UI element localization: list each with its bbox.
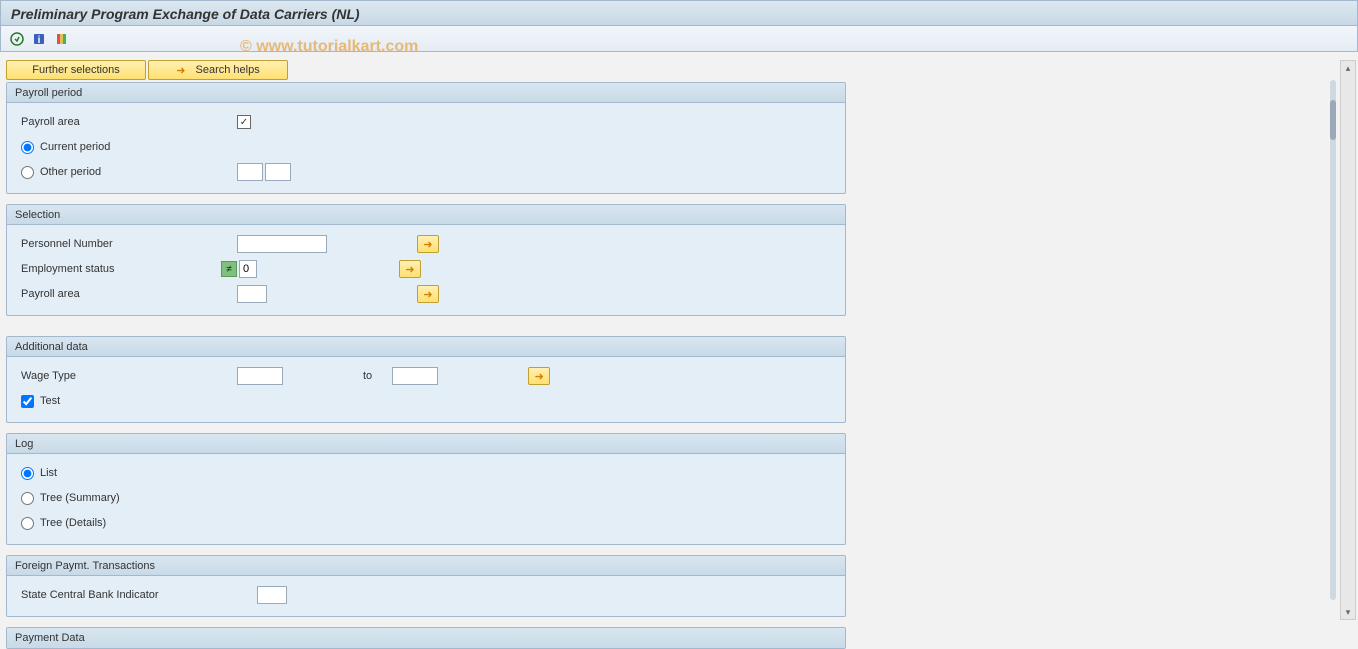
log-tree-summary-radio-input[interactable] (21, 492, 34, 505)
execute-icon[interactable] (9, 31, 25, 47)
variant-icon[interactable] (53, 31, 69, 47)
selection-button-row: Further selections ➜ Search helps (6, 60, 846, 80)
window-title: Preliminary Program Exchange of Data Car… (11, 6, 360, 22)
personnel-number-multiselect-button[interactable]: ➜ (417, 235, 439, 253)
other-period-radio-input[interactable] (21, 166, 34, 179)
svg-text:i: i (38, 35, 41, 46)
other-period-radio[interactable]: Other period (17, 166, 237, 179)
log-tree-summary-label: Tree (Summary) (40, 492, 120, 504)
test-label: Test (40, 395, 60, 407)
current-period-radio[interactable]: Current period (17, 141, 237, 154)
employment-status-input[interactable] (239, 260, 257, 278)
vertical-scrollbar[interactable]: ▴ ▾ (1340, 60, 1356, 620)
wage-type-label: Wage Type (17, 370, 237, 382)
group-payment-data: Payment Data (6, 627, 846, 649)
info-icon[interactable]: i (31, 31, 47, 47)
scrollbar-thumb[interactable] (1330, 100, 1336, 140)
group-header-payroll-period: Payroll period (7, 83, 845, 103)
test-checkbox[interactable] (21, 395, 34, 408)
group-header-payment-data: Payment Data (7, 628, 845, 648)
arrow-right-icon: ➜ (535, 370, 544, 383)
current-period-label: Current period (40, 141, 110, 153)
payroll-area-sel-input[interactable] (237, 285, 267, 303)
group-header-selection: Selection (7, 205, 845, 225)
wage-type-to-input[interactable] (392, 367, 438, 385)
group-selection: Selection Personnel Number ➜ Employment … (6, 204, 846, 316)
personnel-number-input[interactable] (237, 235, 327, 253)
payroll-area-label: Payroll area (17, 116, 237, 128)
search-helps-button[interactable]: ➜ Search helps (148, 60, 288, 80)
not-equal-icon[interactable]: ≠ (221, 261, 237, 277)
window-title-bar: Preliminary Program Exchange of Data Car… (0, 0, 1358, 26)
further-selections-label: Further selections (32, 64, 119, 76)
wage-type-from-input[interactable] (237, 367, 283, 385)
arrow-right-icon: ➜ (423, 238, 432, 251)
log-list-label: List (40, 467, 57, 479)
group-header-additional-data: Additional data (7, 337, 845, 357)
app-toolbar: i (0, 26, 1358, 52)
group-additional-data: Additional data Wage Type to ➜ Test (6, 336, 846, 423)
arrow-right-icon: ➜ (405, 263, 414, 276)
group-header-foreign-paymt: Foreign Paymt. Transactions (7, 556, 845, 576)
further-selections-button[interactable]: Further selections (6, 60, 146, 80)
log-list-radio-input[interactable] (21, 467, 34, 480)
scroll-down-icon[interactable]: ▾ (1341, 605, 1355, 619)
payroll-area-multiselect-button[interactable]: ➜ (417, 285, 439, 303)
current-period-radio-input[interactable] (21, 141, 34, 154)
search-helps-label: Search helps (196, 64, 260, 76)
wage-type-to-label: to (363, 370, 372, 382)
group-payroll-period: Payroll period Payroll area ✓ Current pe… (6, 82, 846, 194)
personnel-number-label: Personnel Number (17, 238, 237, 250)
other-period-label: Other period (40, 166, 101, 178)
group-header-log: Log (7, 434, 845, 454)
payroll-area-sel-label: Payroll area (17, 288, 237, 300)
content-area: Further selections ➜ Search helps Payrol… (0, 52, 1358, 649)
employment-status-multiselect-button[interactable]: ➜ (399, 260, 421, 278)
log-tree-details-radio[interactable]: Tree (Details) (17, 517, 237, 530)
group-log: Log List Tree (Summary) (6, 433, 846, 545)
payroll-area-checkbox[interactable]: ✓ (237, 115, 251, 129)
inner-scrollbar[interactable] (1330, 80, 1336, 600)
scroll-up-icon[interactable]: ▴ (1341, 61, 1355, 75)
state-central-bank-label: State Central Bank Indicator (17, 589, 257, 601)
log-tree-summary-radio[interactable]: Tree (Summary) (17, 492, 237, 505)
log-list-radio[interactable]: List (17, 467, 237, 480)
log-tree-details-radio-input[interactable] (21, 517, 34, 530)
group-foreign-paymt: Foreign Paymt. Transactions State Centra… (6, 555, 846, 617)
employment-status-label: Employment status (17, 263, 221, 275)
log-tree-details-label: Tree (Details) (40, 517, 106, 529)
arrow-right-icon: ➜ (176, 64, 185, 77)
test-checkbox-row[interactable]: Test (17, 395, 237, 408)
other-period-input-2[interactable] (265, 163, 291, 181)
arrow-right-icon: ➜ (423, 288, 432, 301)
other-period-input-1[interactable] (237, 163, 263, 181)
wage-type-multiselect-button[interactable]: ➜ (528, 367, 550, 385)
state-central-bank-input[interactable] (257, 586, 287, 604)
